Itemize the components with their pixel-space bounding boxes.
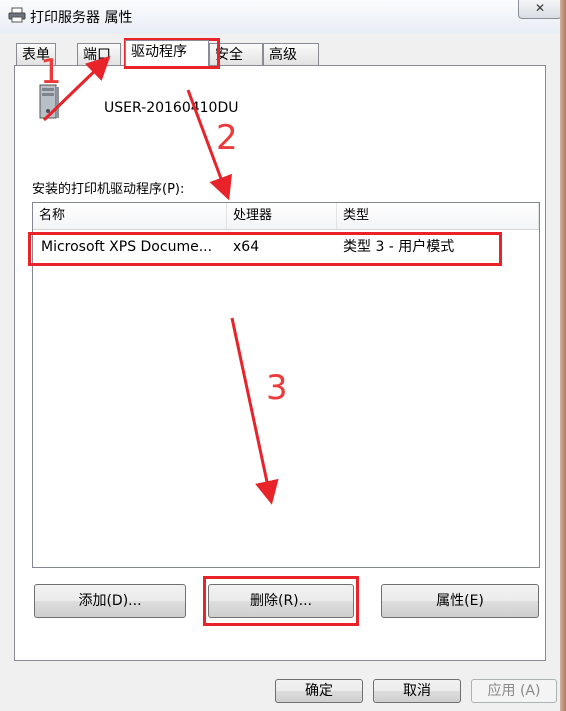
server-name: USER-20160410DU: [104, 100, 239, 116]
tab-label: 驱动程序: [131, 44, 187, 60]
highlight-driver-row: [28, 232, 502, 266]
ok-button[interactable]: 确定: [275, 679, 363, 703]
step-number-3: 3: [266, 368, 288, 408]
step-number-1: 1: [40, 52, 62, 92]
list-header: 名称 处理器 类型: [33, 203, 539, 230]
tab-label: 高级: [269, 47, 297, 63]
tab-label: 端口: [83, 47, 111, 63]
close-button[interactable]: ✕: [518, 0, 562, 19]
window-title: 打印服务器 属性: [30, 10, 133, 26]
tab-advanced[interactable]: 高级: [263, 43, 319, 65]
step-number-2: 2: [216, 118, 238, 158]
print-server-properties-window: 打印服务器 属性 ✕ 表单 端口 驱动程序 安全 高级 USER-2016041…: [0, 0, 566, 711]
properties-button[interactable]: 属性(E): [381, 584, 539, 618]
column-header-name[interactable]: 名称: [33, 203, 227, 229]
add-button[interactable]: 添加(D)...: [34, 584, 186, 618]
apply-button[interactable]: 应用 (A): [471, 679, 557, 703]
window-frame-edge: [560, 0, 566, 711]
column-header-type[interactable]: 类型: [337, 203, 539, 229]
close-icon: ✕: [534, 1, 546, 15]
tab-drivers[interactable]: 驱动程序: [125, 40, 209, 66]
printer-icon: [8, 7, 26, 23]
tab-ports[interactable]: 端口: [77, 43, 121, 65]
cancel-button[interactable]: 取消: [373, 679, 461, 703]
column-header-processor[interactable]: 处理器: [227, 203, 337, 229]
title-bar: 打印服务器 属性 ✕: [0, 0, 566, 34]
highlight-remove-button: [203, 576, 359, 626]
installed-drivers-label: 安装的打印机驱动程序(P):: [32, 182, 185, 197]
